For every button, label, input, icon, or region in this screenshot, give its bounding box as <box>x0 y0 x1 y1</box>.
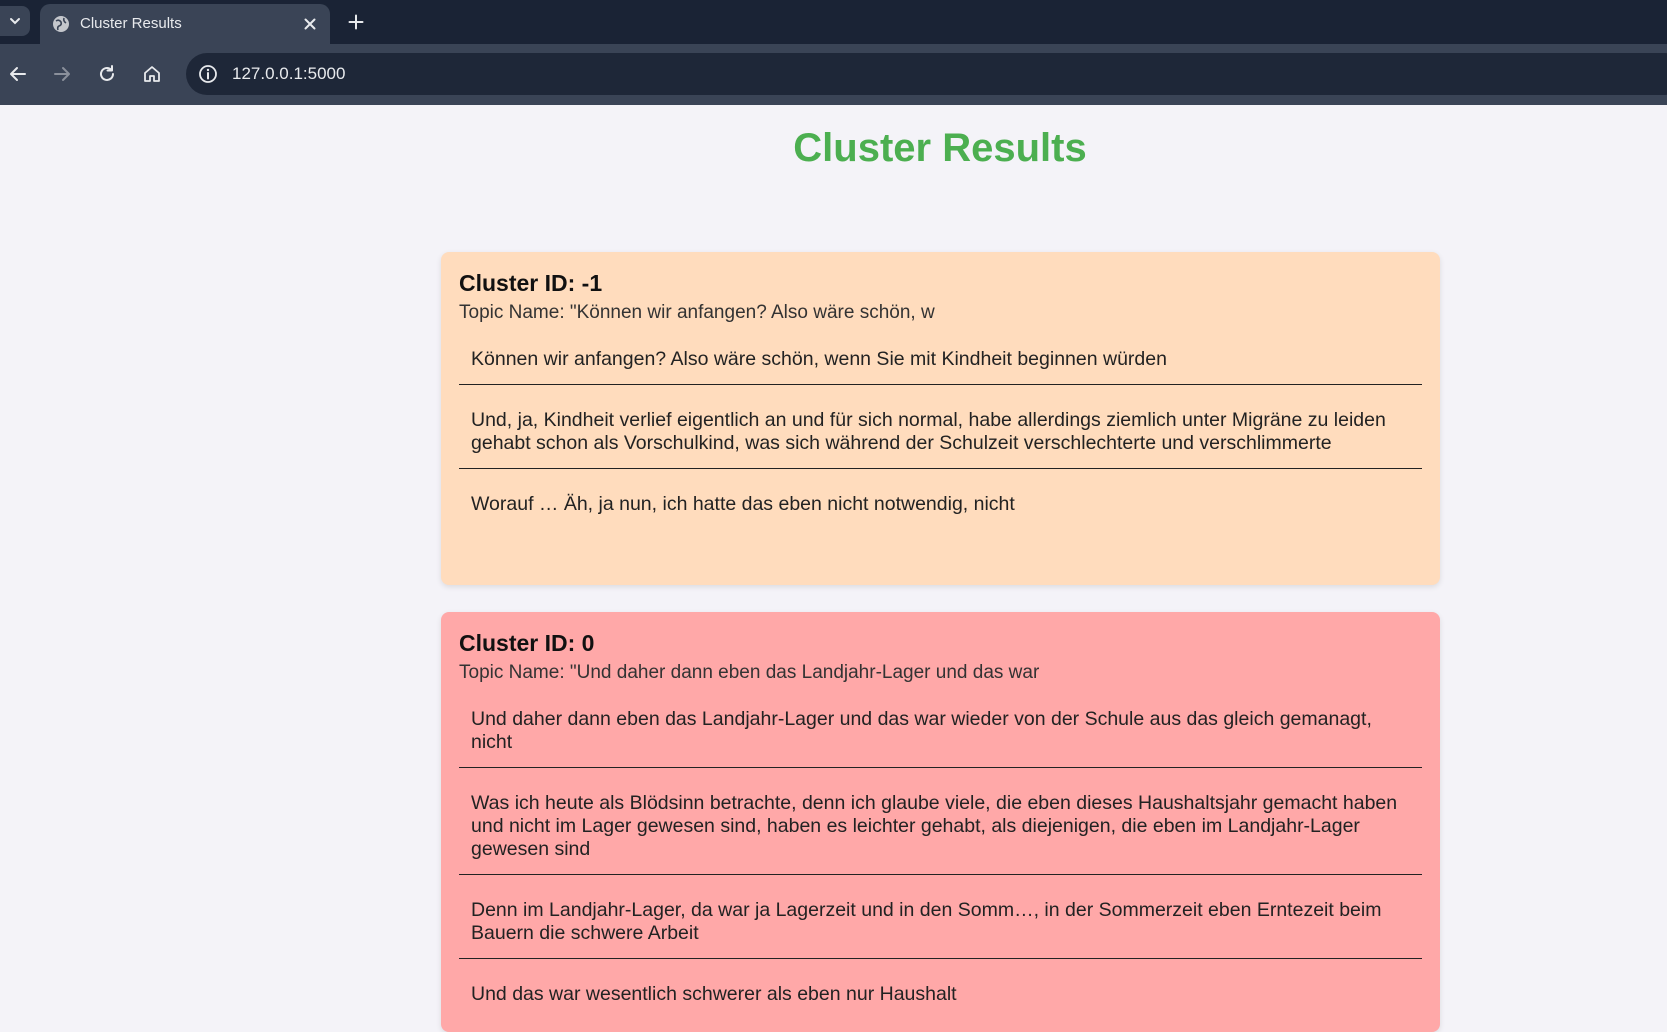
globe-icon <box>53 16 69 32</box>
tab-search-button[interactable] <box>0 6 30 36</box>
browser-tab[interactable]: Cluster Results <box>40 4 330 44</box>
arrow-left-icon <box>10 67 26 81</box>
cluster-id: Cluster ID: -1 <box>459 270 603 296</box>
plus-icon <box>348 14 364 30</box>
home-button[interactable] <box>139 61 165 87</box>
sentence-item: Und daher dann eben das Landjahr-Lager u… <box>459 695 1422 768</box>
topic-name: Topic Name: "Können wir anfangen? Also w… <box>459 302 935 323</box>
close-icon <box>304 18 316 30</box>
arrow-right-icon <box>54 67 70 81</box>
sentence-item: Können wir anfangen? Also wäre schön, we… <box>459 335 1422 385</box>
cluster-card: Cluster ID: 0 Topic Name: "Und daher dan… <box>441 612 1440 1032</box>
cluster-id: Cluster ID: 0 <box>459 630 595 656</box>
reload-button[interactable] <box>94 61 120 87</box>
tab-title: Cluster Results <box>80 15 182 32</box>
sentence-item: Und, ja, Kindheit verlief eigentlich an … <box>459 385 1422 469</box>
tab-close-button[interactable] <box>300 14 320 34</box>
tab-strip: Cluster Results <box>0 0 1667 44</box>
sentence-item: Was ich heute als Blödsinn betrachte, de… <box>459 768 1422 875</box>
new-tab-button[interactable] <box>344 10 368 34</box>
topic-name: Topic Name: "Und daher dann eben das Lan… <box>459 662 1040 683</box>
forward-button[interactable] <box>49 61 75 87</box>
home-icon <box>144 66 160 82</box>
cluster-card: Cluster ID: -1 Topic Name: "Können wir a… <box>441 252 1440 585</box>
info-icon[interactable] <box>198 64 218 84</box>
sentence-item: Denn im Landjahr-Lager, da war ja Lagerz… <box>459 875 1422 959</box>
chevron-down-icon <box>10 18 20 25</box>
url-text[interactable]: 127.0.0.1:5000 <box>232 64 345 84</box>
sentence-item: Worauf … Äh, ja nun, ich hatte das eben … <box>471 493 1015 515</box>
browser-toolbar: 127.0.0.1:5000 <box>0 44 1667 105</box>
sentence-item: Und das war wesentlich schwerer als eben… <box>471 983 957 1005</box>
back-button[interactable] <box>5 61 31 87</box>
address-bar[interactable]: 127.0.0.1:5000 <box>186 53 1667 95</box>
reload-icon <box>100 65 114 81</box>
page-title: Cluster Results <box>793 126 1087 170</box>
